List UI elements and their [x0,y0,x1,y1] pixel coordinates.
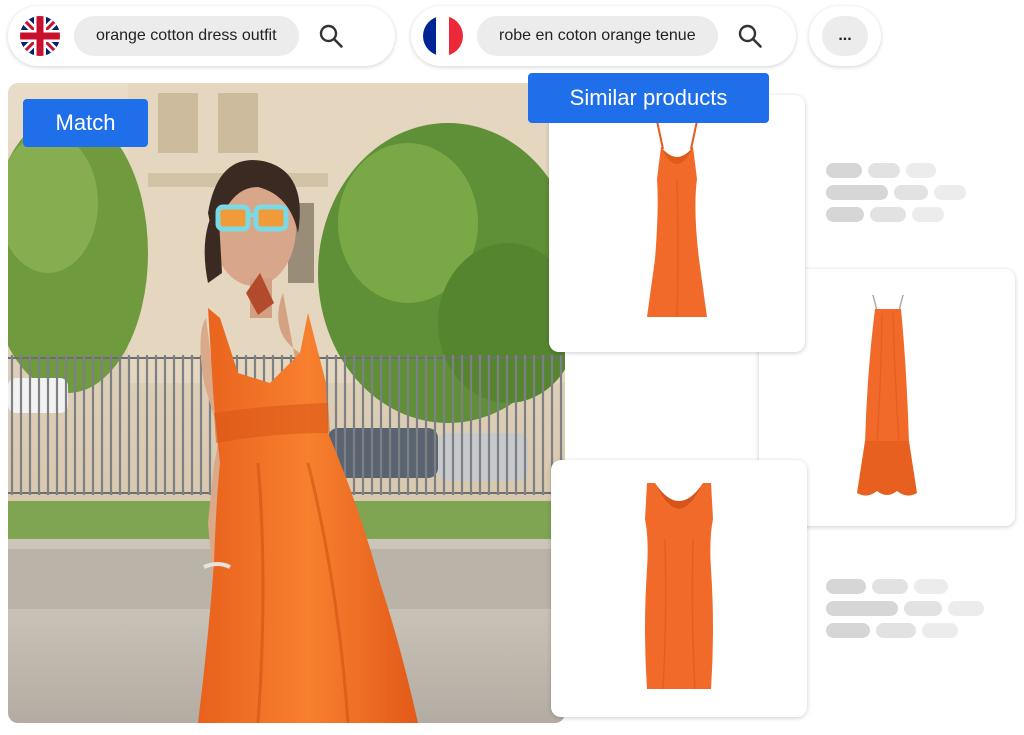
search-bar-french[interactable]: robe en coton orange tenue [411,6,796,66]
search-query-french[interactable]: robe en coton orange tenue [477,16,718,56]
product-card-bodycon-dress[interactable] [551,460,807,717]
search-query-english[interactable]: orange cotton dress outfit [74,16,299,56]
search-bar-english[interactable]: orange cotton dress outfit [8,6,395,66]
tiered-maxi-dress-image [857,294,917,496]
match-label: Match [23,99,148,147]
uk-flag-icon[interactable] [20,16,60,56]
search-icon[interactable] [313,18,349,54]
product-card-slip-dress[interactable] [549,95,805,352]
more-languages-pill[interactable]: ... [809,6,881,66]
product-info-placeholder [826,163,966,229]
query-photo [8,83,565,723]
more-button[interactable]: ... [822,16,868,56]
bodycon-dress-image [645,482,713,689]
slip-dress-image [647,120,707,317]
similar-products-label: Similar products [528,73,769,123]
france-flag-icon[interactable] [423,16,463,56]
search-icon[interactable] [732,18,768,54]
product-info-placeholder [826,579,984,645]
